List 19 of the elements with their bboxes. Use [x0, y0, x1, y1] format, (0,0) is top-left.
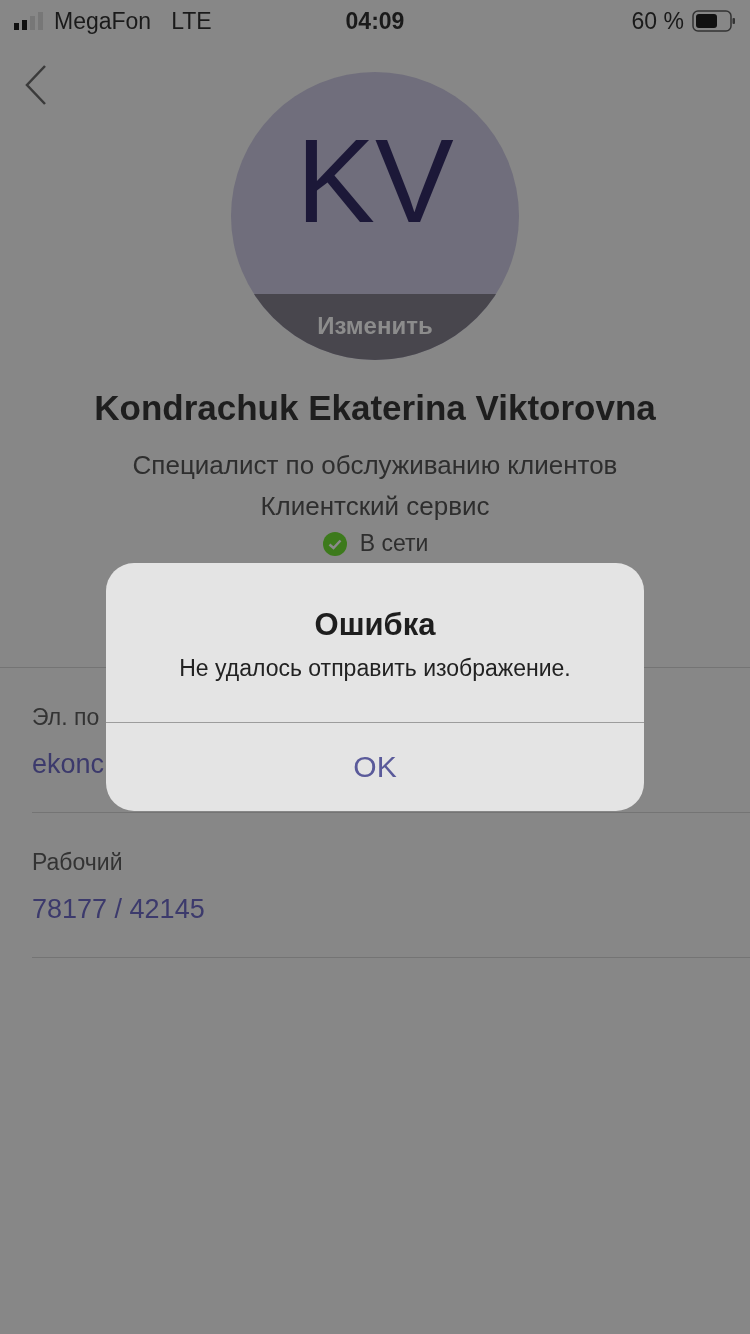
network-type: LTE [171, 7, 212, 35]
ok-button[interactable]: OK [106, 723, 644, 811]
alert-title: Ошибка [314, 607, 436, 643]
job-position: Специалист по обслуживанию клиентов [132, 450, 618, 481]
contact-label: Эл. по [32, 704, 101, 731]
avatar-initials: KV [296, 122, 454, 240]
back-icon[interactable] [24, 64, 48, 106]
presence-label: В сети [359, 530, 429, 557]
alert-message: Не удалось отправить изображение. [106, 655, 644, 723]
profile-name: Kondrachuk Ekaterina Viktorovna [94, 388, 656, 428]
battery-percent: 60 % [631, 7, 684, 35]
signal-icon [14, 12, 46, 30]
carrier-name: MegaFon [54, 7, 152, 35]
contact-label: Рабочий [32, 849, 124, 876]
department: Клиентский сервис [260, 491, 490, 522]
clock-time: 04:09 [345, 7, 405, 35]
contact-value[interactable]: 78177 / 42145 [32, 894, 750, 925]
avatar[interactable]: KV Изменить [231, 72, 519, 360]
battery-icon [692, 10, 736, 32]
